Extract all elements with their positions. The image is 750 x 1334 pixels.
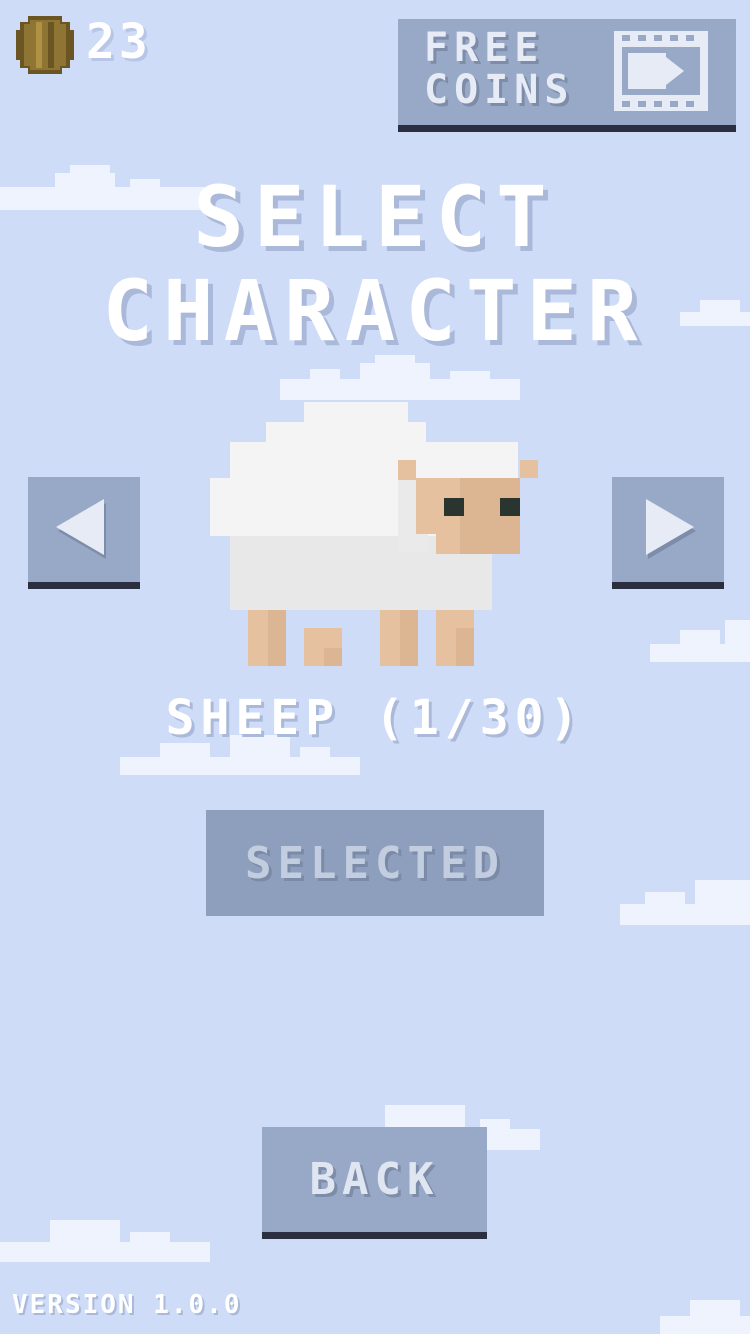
selected-label: SELECTED xyxy=(245,837,505,889)
version-label: VERSION 1.0.0 xyxy=(12,1290,242,1320)
selected-button[interactable]: SELECTED xyxy=(206,810,544,916)
prev-character-button[interactable] xyxy=(28,477,140,589)
cloud xyxy=(620,880,750,925)
free-coins-button[interactable]: FREE COINS xyxy=(398,19,736,132)
sheep-sprite xyxy=(210,402,538,666)
back-button[interactable]: BACK xyxy=(262,1127,487,1239)
free-coins-label: FREE COINS xyxy=(424,25,575,113)
page-title-line2: CHARACTER xyxy=(102,262,648,360)
cloud xyxy=(0,1220,210,1262)
film-icon xyxy=(614,31,708,111)
page-title: SELECT xyxy=(193,168,557,266)
arrow-left-icon xyxy=(56,499,106,559)
cloud xyxy=(650,620,750,662)
next-character-button[interactable] xyxy=(612,477,724,589)
coin-icon xyxy=(16,16,74,74)
character-name: SHEEP (1/30) xyxy=(165,690,585,746)
cloud xyxy=(660,1296,750,1334)
arrow-right-icon xyxy=(646,499,696,559)
cloud xyxy=(280,355,520,400)
back-label: BACK xyxy=(309,1154,440,1205)
coin-count: 23 xyxy=(86,14,152,70)
